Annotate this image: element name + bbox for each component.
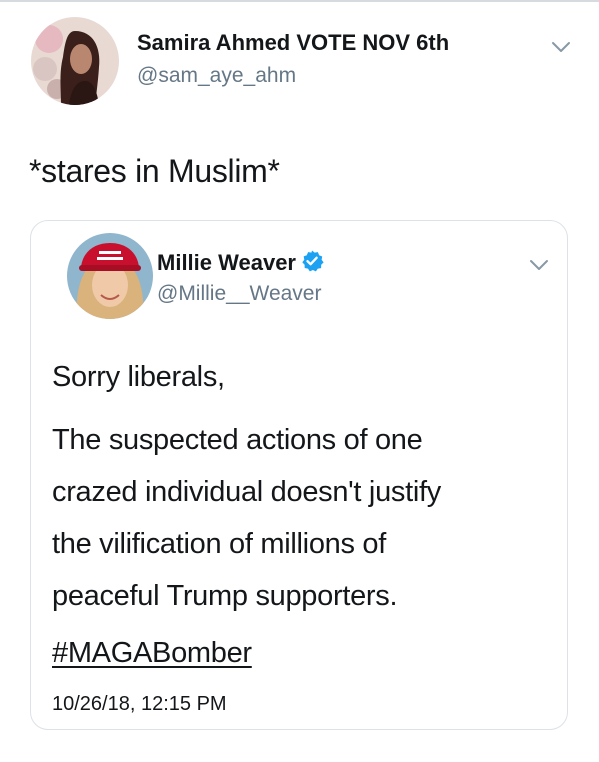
quoted-author-name-text: Millie Weaver [157,250,296,275]
chevron-down-icon[interactable] [529,258,549,272]
author-avatar[interactable] [31,17,119,105]
tweet-text: *stares in Muslim* [29,153,280,189]
quoted-tweet-text-line: crazed individual doesn't justify [52,476,441,508]
quoted-tweet-text-line: The suspected actions of one [52,424,423,456]
quoted-tweet-text-line: peaceful Trump supporters. [52,580,398,612]
quoted-author-name[interactable]: Millie Weaver [157,249,324,276]
author-handle[interactable]: @sam_aye_ahm [137,64,296,88]
quoted-author-handle[interactable]: @Millie__Weaver [157,282,321,306]
hashtag-link[interactable]: #MAGABomber [52,637,252,670]
quoted-tweet-text-line: the vilification of millions of [52,528,387,560]
chevron-down-icon[interactable] [551,40,571,54]
quoted-author-avatar[interactable] [67,233,153,319]
tweet: Samira Ahmed VOTE NOV 6th @sam_aye_ahm *… [0,0,599,762]
tweet-timestamp[interactable]: 10/26/18, 12:15 PM [52,693,227,716]
quoted-tweet-text-line: Sorry liberals, [52,361,225,393]
quoted-tweet-card[interactable]: Millie Weaver @Millie__Weaver Sorry libe… [30,220,568,730]
verified-badge-icon [302,250,324,272]
author-name[interactable]: Samira Ahmed VOTE NOV 6th [137,30,449,56]
